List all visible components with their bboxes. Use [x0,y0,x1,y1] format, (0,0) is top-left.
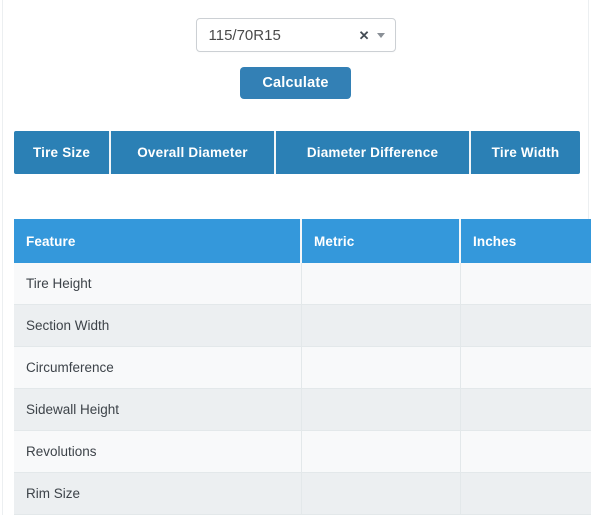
cell-inches [460,388,591,431]
cell-metric [301,263,461,305]
clear-x-icon[interactable]: ✕ [354,29,375,42]
cell-metric [301,304,461,347]
cell-inches [460,304,591,347]
cell-feature: Section Width [14,304,302,347]
cell-feature: Revolutions [14,430,302,473]
results-table-body: Tire Height Section Width Circumference … [14,263,591,515]
table-row: Tire Height [14,263,591,305]
cell-metric [301,472,461,515]
page-root: 115/70R15 ✕ Calculate Tire Size Overall … [0,0,591,515]
table-row: Rim Size [14,472,591,515]
cell-inches [460,263,591,305]
tab-tire-size[interactable]: Tire Size [14,131,111,174]
table-row: Circumference [14,346,591,389]
results-table-wrap: Feature Metric Inches Tire Height Sectio… [14,219,591,515]
tab-diameter-difference[interactable]: Diameter Difference [276,131,471,174]
tire-size-select-row: 115/70R15 ✕ [0,18,591,52]
results-tabbar: Tire Size Overall Diameter Diameter Diff… [14,131,580,174]
cell-metric [301,430,461,473]
results-table: Feature Metric Inches Tire Height Sectio… [14,219,591,515]
chevron-down-icon[interactable] [376,32,385,38]
table-row: Revolutions [14,430,591,473]
results-table-head: Feature Metric Inches [14,219,591,263]
tab-overall-diameter[interactable]: Overall Diameter [111,131,276,174]
cell-feature: Sidewall Height [14,388,302,431]
cell-inches [460,430,591,473]
cell-feature: Tire Height [14,263,302,305]
cell-feature: Rim Size [14,472,302,515]
tire-size-value: 115/70R15 [208,27,281,43]
calculate-button[interactable]: Calculate [240,67,351,99]
column-header-inches: Inches [460,219,591,263]
tire-size-select[interactable]: 115/70R15 ✕ [195,18,396,52]
table-header-row: Feature Metric Inches [14,219,591,263]
cell-feature: Circumference [14,346,302,389]
cell-inches [460,472,591,515]
cell-metric [301,346,461,389]
tab-tire-width[interactable]: Tire Width [471,131,580,174]
table-row: Section Width [14,304,591,347]
column-header-feature: Feature [14,219,302,263]
calculate-row: Calculate [0,67,591,99]
column-header-metric: Metric [301,219,461,263]
cell-inches [460,346,591,389]
table-row: Sidewall Height [14,388,591,431]
cell-metric [301,388,461,431]
